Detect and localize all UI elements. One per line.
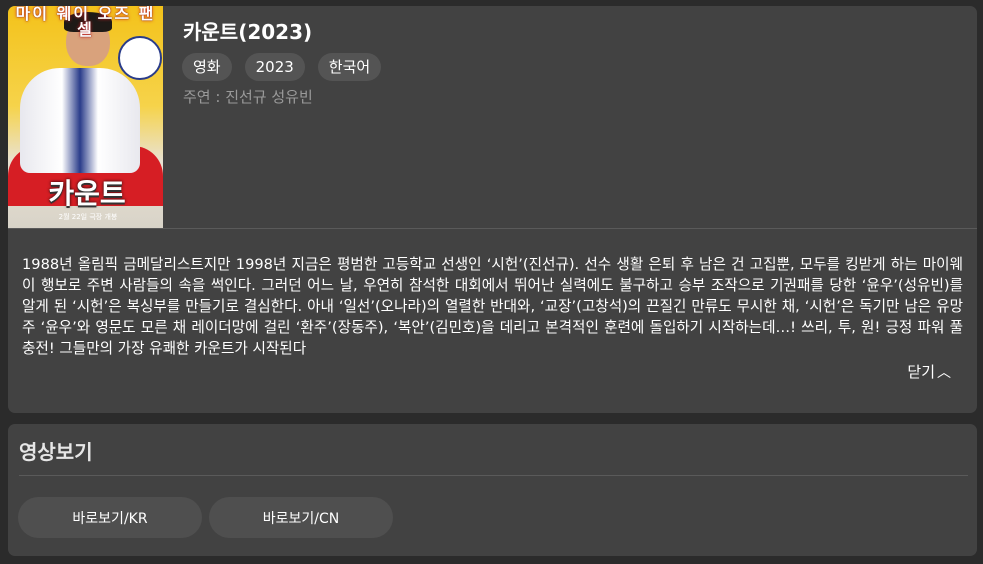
tag-language: 한국어 — [317, 53, 382, 81]
poster-title: 카운트 — [48, 177, 126, 210]
video-section: 영상보기 바로보기/KR 바로보기/CN — [8, 424, 977, 556]
poster-release-date: 2월 22일 극장 개봉 — [58, 213, 118, 221]
movie-info-card: 마이 웨이 오즈 팬셀 카운트 2월 22일 극장 개봉 카운트(2023) 영… — [8, 6, 977, 413]
movie-cast: 주연 : 진선규 성유빈 — [183, 88, 313, 106]
close-label: 닫기 — [907, 363, 935, 381]
movie-synopsis: 1988년 올림픽 금메달리스트지만 1998년 지금은 평범한 고등학교 선생… — [22, 256, 963, 357]
chevron-up-icon: ︿ — [937, 365, 951, 381]
poster-tagline: 마이 웨이 오즈 팬셀 — [15, 6, 156, 39]
watch-button-group: 바로보기/KR 바로보기/CN — [18, 497, 393, 538]
poster-badge — [118, 36, 162, 80]
divider — [19, 475, 968, 476]
watch-kr-button[interactable]: 바로보기/KR — [18, 497, 202, 538]
movie-tags: 영화 2023 한국어 — [182, 53, 382, 81]
section-title: 영상보기 — [19, 440, 93, 464]
movie-title: 카운트(2023) — [183, 20, 313, 44]
close-synopsis-button[interactable]: 닫기 ︿ — [907, 361, 951, 382]
tag-type: 영화 — [182, 53, 232, 81]
poster-figure-jacket — [20, 68, 140, 173]
divider — [8, 228, 977, 229]
movie-poster: 마이 웨이 오즈 팬셀 카운트 2월 22일 극장 개봉 — [8, 6, 163, 228]
watch-cn-button[interactable]: 바로보기/CN — [209, 497, 393, 538]
tag-year: 2023 — [244, 53, 305, 81]
